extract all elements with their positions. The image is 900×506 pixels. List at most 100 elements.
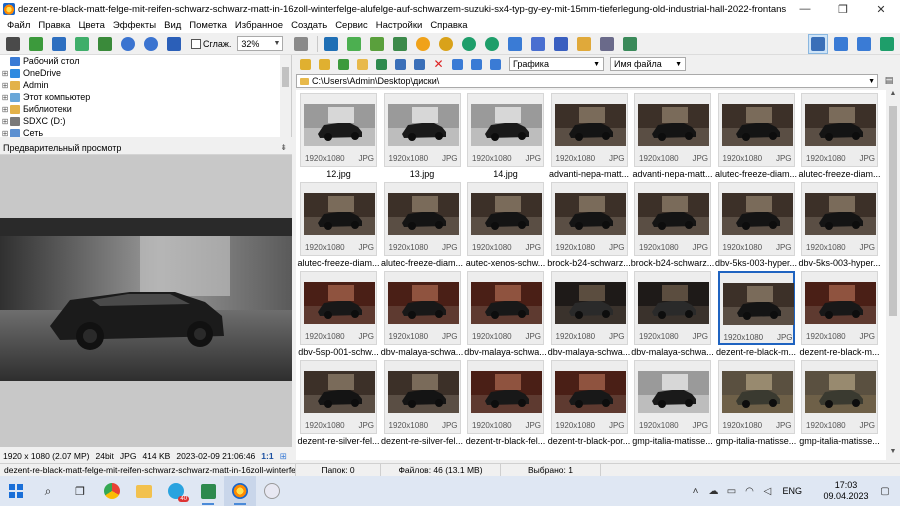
thumbnail-frame[interactable]: 1920x1080 JPG: [300, 182, 377, 256]
view-list-button[interactable]: [469, 57, 484, 72]
effects-button[interactable]: [436, 34, 456, 54]
explorer-taskbar-button[interactable]: [128, 476, 160, 506]
thumbnail-frame[interactable]: 1920x1080 JPG: [300, 360, 377, 434]
thumbnail-item[interactable]: 1920x1080 JPG dbv-malaya-schwa...: [464, 271, 547, 359]
tree-item-desktop[interactable]: Рабочий стол: [0, 55, 291, 67]
new-folder-button[interactable]: [355, 57, 370, 72]
up-folder-button[interactable]: [336, 57, 351, 72]
thumbnail-item[interactable]: 1920x1080 JPG advanti-nepa-matt...: [549, 93, 629, 181]
thumbnail-scrollbar[interactable]: ▲ ▼: [886, 90, 900, 460]
actual-size-button[interactable]: 1:1: [261, 451, 273, 461]
restore-button[interactable]: ❐: [824, 0, 862, 18]
thumbnail-item[interactable]: 1920x1080 JPG gmp-italia-matisse...: [632, 360, 713, 448]
thumbnail-frame[interactable]: 1920x1080 JPG: [801, 271, 878, 345]
thumbnail-frame[interactable]: 1920x1080 JPG: [634, 93, 711, 167]
tree-expander[interactable]: ⊞: [0, 81, 10, 90]
full-screen-button[interactable]: [95, 34, 115, 54]
thumbnail-item[interactable]: 1920x1080 JPG dbv-malaya-schwa...: [381, 271, 463, 359]
scroll-thumb[interactable]: [889, 106, 897, 316]
thumbnail-item[interactable]: 1920x1080 JPG dbv-malaya-schwa...: [548, 271, 630, 359]
scroll-down-icon[interactable]: ▼: [886, 448, 900, 460]
scroll-up-icon[interactable]: ▲: [886, 90, 900, 102]
thumbnail-item[interactable]: 1920x1080 JPG alutec-freeze-diam...: [798, 93, 881, 181]
rotate-right-button[interactable]: [482, 34, 502, 54]
thumbnail-frame[interactable]: 1920x1080 JPG: [550, 182, 628, 256]
thumbnail-frame[interactable]: 1920x1080 JPG: [801, 182, 878, 256]
zoom-out-button[interactable]: [141, 34, 161, 54]
thumbnail-item[interactable]: 1920x1080 JPG 12.jpg: [300, 93, 377, 181]
telegram-taskbar-button[interactable]: 40: [160, 476, 192, 506]
thumbnail-frame[interactable]: 1920x1080 JPG: [467, 360, 544, 434]
thumbnail-item[interactable]: 1920x1080 JPG advanti-nepa-matt...: [632, 93, 713, 181]
language-indicator[interactable]: ENG: [782, 486, 802, 496]
menu-settings[interactable]: Настройки: [372, 20, 427, 31]
chrome-taskbar-button[interactable]: [96, 476, 128, 506]
thumbnail-item[interactable]: 1920x1080 JPG brock-b24-schwarz...: [547, 182, 631, 270]
menu-view[interactable]: Вид: [160, 20, 185, 31]
thumbnail-frame[interactable]: 1920x1080 JPG: [634, 271, 711, 345]
thumbnail-item[interactable]: 1920x1080 JPG 13.jpg: [383, 93, 461, 181]
chevron-down-icon[interactable]: ▼: [868, 78, 875, 85]
menu-effects[interactable]: Эффекты: [109, 20, 160, 31]
tree-item-libraries[interactable]: ⊞ Библиотеки: [0, 103, 291, 115]
batch-button[interactable]: [528, 34, 548, 54]
zoom-in-button[interactable]: [118, 34, 138, 54]
cloud-icon[interactable]: ☁: [704, 486, 722, 497]
tree-expander[interactable]: ⊞: [0, 69, 10, 78]
resize-button[interactable]: [367, 34, 387, 54]
thumbnail-frame[interactable]: 1920x1080 JPG: [383, 360, 461, 434]
zoom-select[interactable]: 32% ▼: [237, 36, 284, 51]
info-icon[interactable]: ⊞: [280, 451, 287, 462]
history-button[interactable]: ▤: [882, 75, 896, 87]
clock[interactable]: 17:03 09.04.2023: [816, 480, 876, 502]
layout-browser-button[interactable]: [808, 33, 828, 54]
move-to-button[interactable]: [412, 57, 427, 72]
pin-icon[interactable]: ⇟: [280, 143, 287, 152]
menu-create[interactable]: Создать: [287, 20, 331, 31]
thumbnail-frame[interactable]: 1920x1080 JPG: [550, 93, 628, 167]
network-icon[interactable]: ▭: [722, 486, 740, 497]
thumbnail-frame[interactable]: 1920x1080 JPG: [383, 93, 461, 167]
tree-item-this-pc[interactable]: ⊞ Этот компьютер: [0, 91, 291, 103]
paint-taskbar-button[interactable]: [256, 476, 288, 506]
crop-button[interactable]: [390, 34, 410, 54]
thumbnail-item[interactable]: 1920x1080 JPG alutec-freeze-diam...: [381, 182, 463, 270]
thumbnail-frame[interactable]: 1920x1080 JPG: [300, 93, 377, 167]
task-view-button[interactable]: ❐: [64, 476, 96, 506]
thumbnail-frame[interactable]: 1920x1080 JPG: [634, 182, 711, 256]
sort-select[interactable]: Имя файла ▼: [610, 57, 686, 71]
thumbnail-frame[interactable]: 1920x1080 JPG: [383, 271, 461, 345]
thumbnail-frame[interactable]: 1920x1080 JPG: [550, 360, 628, 434]
thumbnail-item[interactable]: 1920x1080 JPG dbv-5sp-001-schw...: [298, 271, 379, 359]
wifi-icon[interactable]: ◠: [740, 486, 758, 497]
tree-item-network[interactable]: ⊞ Сеть: [0, 127, 291, 137]
draw-button[interactable]: [551, 34, 571, 54]
chevron-up-icon[interactable]: ˄: [686, 486, 704, 497]
thumbnail-frame[interactable]: 1920x1080 JPG: [717, 360, 795, 434]
start-button[interactable]: [0, 476, 32, 506]
menu-help[interactable]: Справка: [426, 20, 471, 31]
thumbnail-item[interactable]: 1920x1080 JPG alutec-freeze-diam...: [297, 182, 380, 270]
tree-item-onedrive[interactable]: ⊞ OneDrive: [0, 67, 291, 79]
layout-preview-button[interactable]: [854, 34, 874, 54]
back-button[interactable]: [298, 57, 313, 72]
thumbnail-frame[interactable]: 1920x1080 JPG: [717, 93, 795, 167]
thumbnail-item[interactable]: 1920x1080 JPG alutec-freeze-diam...: [715, 93, 797, 181]
tree-item-admin[interactable]: ⊞ Admin: [0, 79, 291, 91]
camera-button[interactable]: [3, 34, 23, 54]
thumbnail-frame[interactable]: 1920x1080 JPG: [634, 360, 711, 434]
faststone-taskbar-button[interactable]: [224, 476, 256, 506]
thumbnail-item[interactable]: 1920x1080 JPG dezent-re-silver-fel...: [381, 360, 463, 448]
menu-tools[interactable]: Сервис: [331, 20, 372, 31]
thumbnail-item[interactable]: 1920x1080 JPG brock-b24-schwarz...: [631, 182, 714, 270]
file-filter-select[interactable]: Графика ▼: [509, 57, 604, 71]
path-text[interactable]: C:\Users\Admin\Desktop\диски\: [312, 76, 439, 86]
refresh-button[interactable]: [374, 57, 389, 72]
flip-button[interactable]: [505, 34, 525, 54]
thumbnail-item[interactable]: 1920x1080 JPG dezent-re-black-m...: [799, 271, 880, 359]
tree-expander[interactable]: ⊞: [0, 93, 10, 102]
rotate-left-button[interactable]: [459, 34, 479, 54]
thumbnail-item[interactable]: 1920x1080 JPG dbv-malaya-schwa...: [631, 271, 714, 359]
fullscreen-toggle-button[interactable]: [877, 34, 897, 54]
thumbnail-item[interactable]: 1920x1080 JPG gmp-italia-matisse...: [716, 360, 796, 448]
